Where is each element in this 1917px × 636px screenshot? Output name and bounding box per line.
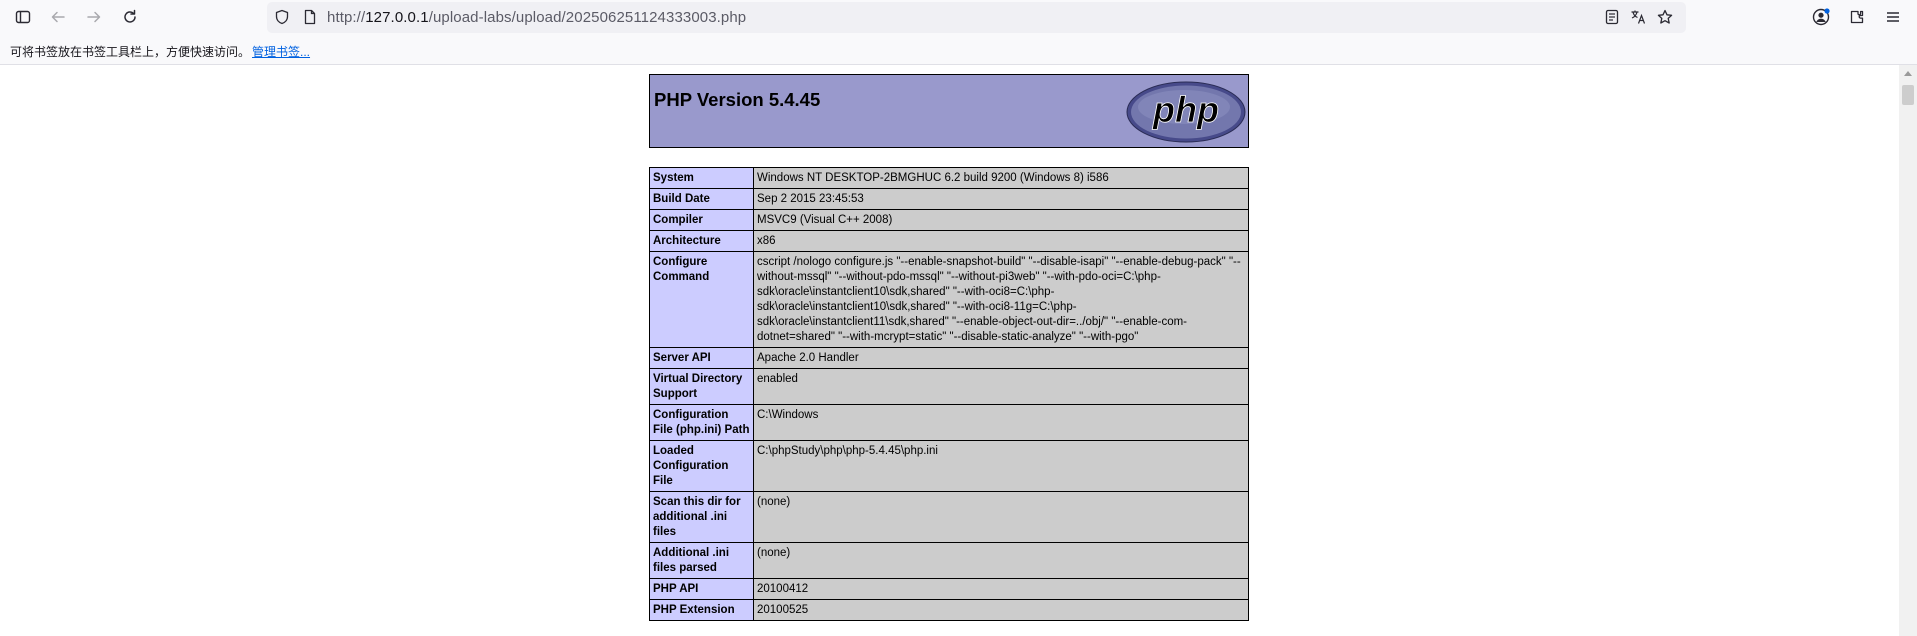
table-row: Loaded Configuration File C:\phpStudy\php…	[649, 440, 1249, 492]
row-value: 20100525	[753, 599, 1249, 621]
phpinfo-table: System Windows NT DESKTOP-2BMGHUC 6.2 bui…	[649, 167, 1249, 621]
manage-bookmarks-link[interactable]: 管理书签...	[252, 45, 310, 59]
row-value: C:\Windows	[753, 404, 1249, 441]
table-row: Architecture x86	[649, 230, 1249, 252]
menu-icon[interactable]	[1882, 6, 1904, 28]
url-host: 127.0.0.1	[365, 9, 429, 26]
row-key: Build Date	[649, 188, 754, 210]
table-row: Compiler MSVC9 (Visual C++ 2008)	[649, 209, 1249, 231]
table-row: System Windows NT DESKTOP-2BMGHUC 6.2 bui…	[649, 167, 1249, 189]
table-row: PHP Extension 20100525	[649, 599, 1249, 621]
row-key: PHP Extension	[649, 599, 754, 621]
page-scrollbar[interactable]	[1899, 65, 1917, 636]
url-prefix: http://	[327, 9, 366, 26]
row-value: Apache 2.0 Handler	[753, 347, 1249, 369]
table-row: Configure Command cscript /nologo configu…	[649, 251, 1249, 348]
sidebar-icon[interactable]	[12, 6, 34, 28]
php-logo: php	[1126, 81, 1246, 148]
bookmarks-toolbar: 可将书签放在书签工具栏上，方便快速访问。 管理书签...	[0, 34, 1917, 65]
scroll-up-arrow-icon[interactable]	[1904, 71, 1912, 76]
table-row: Configuration File (php.ini) Path C:\Wind…	[649, 404, 1249, 441]
back-arrow-icon[interactable]	[47, 6, 69, 28]
browser-toolbar: http://127.0.0.1/upload-labs/upload/2025…	[0, 0, 1917, 34]
row-value: (none)	[753, 542, 1249, 579]
row-value: Sep 2 2015 23:45:53	[753, 188, 1249, 210]
row-value: x86	[753, 230, 1249, 252]
row-key: System	[649, 167, 754, 189]
row-key: Configuration File (php.ini) Path	[649, 404, 754, 441]
row-key: PHP API	[649, 578, 754, 600]
row-value: Windows NT DESKTOP-2BMGHUC 6.2 build 920…	[753, 167, 1249, 189]
row-value: C:\phpStudy\php\php-5.4.45\php.ini	[753, 440, 1249, 492]
forward-arrow-icon[interactable]	[83, 6, 105, 28]
table-row: Additional .ini files parsed (none)	[649, 542, 1249, 579]
php-logo-text: php	[1152, 89, 1219, 130]
row-value: 20100412	[753, 578, 1249, 600]
table-row: Build Date Sep 2 2015 23:45:53	[649, 188, 1249, 210]
url-path: /upload-labs/upload/202506251124333003.p…	[428, 9, 747, 26]
translate-icon[interactable]	[1628, 7, 1648, 27]
row-value: MSVC9 (Visual C++ 2008)	[753, 209, 1249, 231]
account-icon[interactable]	[1810, 6, 1832, 28]
table-row: PHP API 20100412	[649, 578, 1249, 600]
bookmarks-hint: 可将书签放在书签工具栏上，方便快速访问。 管理书签...	[10, 43, 310, 60]
url-text[interactable]: http://127.0.0.1/upload-labs/upload/2025…	[327, 9, 746, 26]
url-bar[interactable]: http://127.0.0.1/upload-labs/upload/2025…	[267, 2, 1686, 33]
row-key: Additional .ini files parsed	[649, 542, 754, 579]
row-key: Configure Command	[649, 251, 754, 348]
row-key: Compiler	[649, 209, 754, 231]
table-row: Virtual Directory Support enabled	[649, 368, 1249, 405]
table-row: Server API Apache 2.0 Handler	[649, 347, 1249, 369]
bookmark-star-icon[interactable]	[1655, 7, 1675, 27]
reader-view-icon[interactable]	[1602, 7, 1622, 27]
row-key: Scan this dir for additional .ini files	[649, 491, 754, 543]
table-row: Scan this dir for additional .ini files(…	[649, 491, 1249, 543]
php-version-title: PHP Version 5.4.45	[654, 89, 821, 110]
row-key: Loaded Configuration File	[649, 440, 754, 492]
row-key: Architecture	[649, 230, 754, 252]
row-key: Virtual Directory Support	[649, 368, 754, 405]
php-header: PHP Version 5.4.45 php	[649, 74, 1249, 148]
page-content: PHP Version 5.4.45 php System Windows NT …	[0, 65, 1899, 636]
bookmarks-hint-text: 可将书签放在书签工具栏上，方便快速访问。	[10, 45, 251, 59]
row-key: Server API	[649, 347, 754, 369]
shield-icon[interactable]	[272, 7, 292, 27]
row-value: (none)	[753, 491, 1249, 543]
extensions-icon[interactable]	[1846, 6, 1868, 28]
page-info-icon[interactable]	[300, 7, 320, 27]
row-value: cscript /nologo configure.js "--enable-s…	[753, 251, 1249, 348]
scrollbar-thumb[interactable]	[1902, 85, 1914, 105]
reload-icon[interactable]	[119, 6, 141, 28]
row-value: enabled	[753, 368, 1249, 405]
